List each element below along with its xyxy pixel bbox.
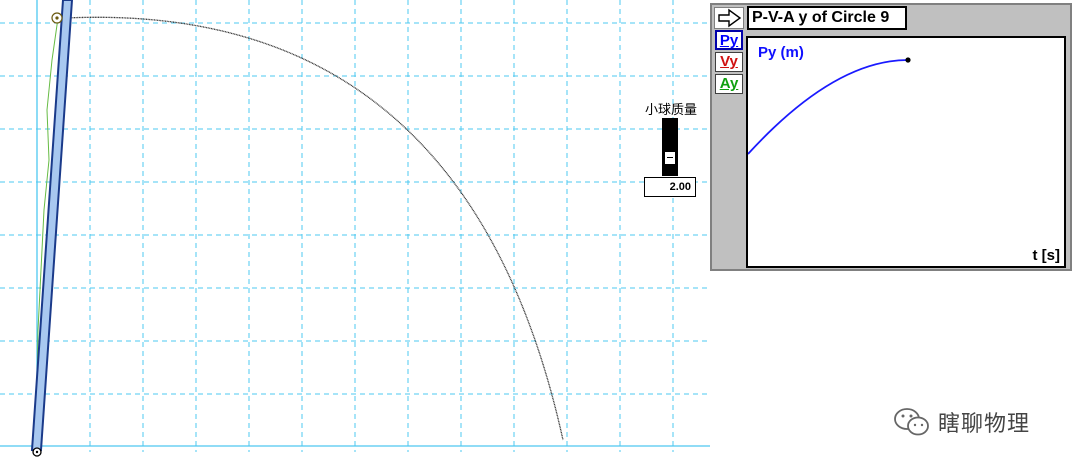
arrow-right-icon	[718, 8, 742, 28]
graph-plot-area[interactable]: Py (m) t [s]	[746, 36, 1066, 268]
plot-y-label: Py (m)	[758, 44, 804, 61]
mass-slider-label: 小球质量	[644, 102, 697, 117]
plot-x-label: t [s]	[1032, 247, 1061, 264]
rotating-rod[interactable]	[30, 0, 74, 451]
slider-grip-icon	[667, 157, 673, 158]
pivot-joint[interactable]	[32, 447, 42, 457]
vy-button[interactable]: Vy	[715, 52, 743, 72]
mass-slider-thumb[interactable]	[664, 151, 676, 165]
plot-canvas	[748, 57, 911, 155]
background-grid	[0, 0, 710, 452]
ay-button[interactable]: Ay	[715, 74, 743, 94]
py-current-point	[905, 57, 911, 63]
simulation-workspace[interactable]: 小球质量 2.00 P-V-A y of Circle 9 Py Vy Ay P…	[0, 0, 1080, 468]
watermark: 瞎聊物理	[892, 402, 1062, 442]
graph-window[interactable]: P-V-A y of Circle 9 Py Vy Ay Py (m) t [s…	[710, 3, 1072, 271]
ball[interactable]	[51, 12, 63, 24]
py-button[interactable]: Py	[715, 30, 743, 50]
mass-slider[interactable]	[662, 118, 678, 176]
watermark-text: 瞎聊物理	[938, 412, 1031, 437]
py-curve	[748, 59, 909, 155]
wechat-icon	[894, 408, 929, 436]
mass-value-field[interactable]: 2.00	[644, 177, 696, 197]
graph-menu-button[interactable]	[714, 7, 744, 29]
graph-title: P-V-A y of Circle 9	[747, 6, 907, 30]
trajectory-path	[65, 16, 564, 441]
